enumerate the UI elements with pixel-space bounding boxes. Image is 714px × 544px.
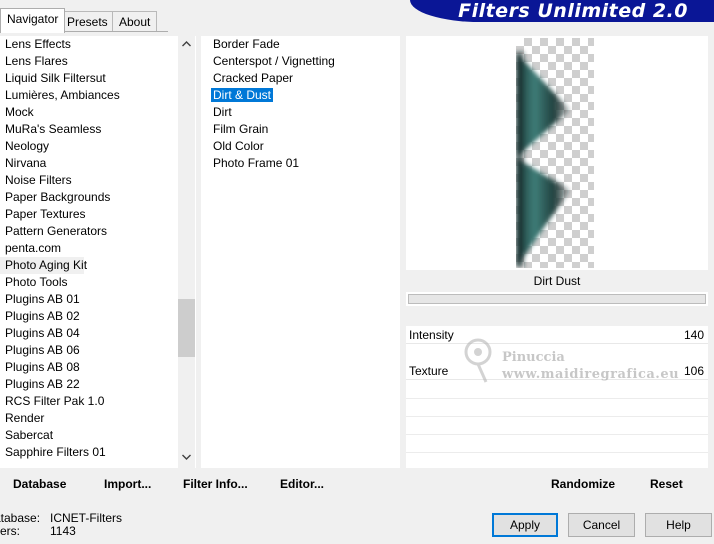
filter-preview xyxy=(516,38,594,268)
category-item[interactable]: Paper Textures xyxy=(0,206,178,223)
filter-list-panel: Border Fade Centerspot / Vignetting Crac… xyxy=(201,36,400,468)
empty-param-divider xyxy=(406,398,708,399)
category-item[interactable]: penta.com xyxy=(0,240,178,257)
category-item[interactable]: Sapphire Filters 01 xyxy=(0,444,178,461)
category-item[interactable]: RCS Filter Pak 1.0 xyxy=(0,393,178,410)
database-button[interactable]: Database xyxy=(13,477,66,491)
cancel-button[interactable]: Cancel xyxy=(568,513,635,537)
category-item[interactable]: Lens Flares xyxy=(0,53,178,70)
empty-param-divider xyxy=(406,434,708,435)
tab-about[interactable]: About xyxy=(112,11,158,32)
empty-param-divider xyxy=(406,452,708,453)
category-item[interactable]: Plugins AB 01 xyxy=(0,291,178,308)
param-label: Texture xyxy=(409,364,449,378)
reset-button[interactable]: Reset xyxy=(650,477,683,491)
banner-title: Filters Unlimited 2.0 xyxy=(458,0,688,22)
category-item[interactable]: Noise Filters xyxy=(0,172,178,189)
filter-info-button[interactable]: Filter Info... xyxy=(183,477,248,491)
chevron-up-icon[interactable] xyxy=(178,36,195,53)
category-item[interactable]: Render xyxy=(0,410,178,427)
category-item[interactable]: Plugins AB 06 xyxy=(0,342,178,359)
import-button[interactable]: Import... xyxy=(104,477,151,491)
tab-presets[interactable]: Presets xyxy=(60,11,115,32)
category-item[interactable]: Plugins AB 04 xyxy=(0,325,178,342)
right-action-bar: Randomize Reset xyxy=(406,472,708,496)
param-row-texture[interactable]: Texture 106 xyxy=(406,362,708,380)
category-list-panel: Lens Effects Lens Flares Liquid Silk Fil… xyxy=(0,36,196,468)
category-item[interactable]: Paper Backgrounds xyxy=(0,189,178,206)
progress-bar xyxy=(408,294,706,304)
help-button[interactable]: Help xyxy=(645,513,712,537)
category-item[interactable]: Photo Tools xyxy=(0,274,178,291)
category-item[interactable]: Pattern Generators xyxy=(0,223,178,240)
category-scrollbar[interactable] xyxy=(178,36,195,468)
param-value[interactable]: 140 xyxy=(684,327,704,343)
filter-item[interactable]: Cracked Paper xyxy=(201,70,400,87)
selected-filter-label: Dirt & Dust xyxy=(211,88,274,102)
filter-item[interactable]: Old Color xyxy=(201,138,400,155)
param-row-intensity[interactable]: Intensity 140 xyxy=(406,326,708,344)
param-spacer xyxy=(406,306,708,326)
category-item[interactable]: Lens Effects xyxy=(0,36,178,53)
category-item[interactable]: MuRa's Seamless xyxy=(0,121,178,138)
editor-button[interactable]: Editor... xyxy=(280,477,324,491)
preview-image xyxy=(516,52,570,268)
scrollbar-thumb[interactable] xyxy=(178,299,195,357)
left-action-bar: Database Import... Filter Info... Editor… xyxy=(0,472,400,496)
category-item[interactable]: Liquid Silk Filtersut xyxy=(0,70,178,87)
category-item[interactable]: Nirvana xyxy=(0,155,178,172)
param-label: Intensity xyxy=(409,328,454,342)
filter-item[interactable]: Film Grain xyxy=(201,121,400,138)
filter-item-selected[interactable]: Dirt & Dust xyxy=(201,87,400,104)
filter-item[interactable]: Dirt xyxy=(201,104,400,121)
filter-item[interactable]: Centerspot / Vignetting xyxy=(201,53,400,70)
filters-count-value: 1143 xyxy=(50,524,76,538)
tab-navigator[interactable]: Navigator xyxy=(0,8,66,33)
filter-item[interactable]: Border Fade xyxy=(201,36,400,53)
category-item-selected[interactable]: Photo Aging Kit xyxy=(0,257,87,274)
filters-count-label: lters: xyxy=(0,524,21,538)
category-item[interactable]: Mock xyxy=(0,104,178,121)
category-item[interactable]: Neology xyxy=(0,138,178,155)
category-list: Lens Effects Lens Flares Liquid Silk Fil… xyxy=(0,36,178,461)
randomize-button[interactable]: Randomize xyxy=(551,477,615,491)
category-item[interactable]: Plugins AB 08 xyxy=(0,359,178,376)
category-item[interactable]: Plugins AB 22 xyxy=(0,376,178,393)
empty-param-divider xyxy=(406,416,708,417)
category-item[interactable]: Lumières, Ambiances xyxy=(0,87,178,104)
filter-item[interactable]: Photo Frame 01 xyxy=(201,155,400,172)
selected-filter-title: Dirt Dust xyxy=(406,270,708,292)
category-item[interactable]: Plugins AB 02 xyxy=(0,308,178,325)
tab-bar: Navigator Presets About xyxy=(0,8,160,33)
apply-button[interactable]: Apply xyxy=(492,513,558,537)
param-value[interactable]: 106 xyxy=(684,363,704,379)
preview-panel: Dirt Dust Intensity 140 Texture 106 xyxy=(406,36,708,468)
category-item[interactable]: Sabercat xyxy=(0,427,178,444)
title-banner: Filters Unlimited 2.0 xyxy=(410,0,714,22)
chevron-down-icon[interactable] xyxy=(178,449,195,466)
